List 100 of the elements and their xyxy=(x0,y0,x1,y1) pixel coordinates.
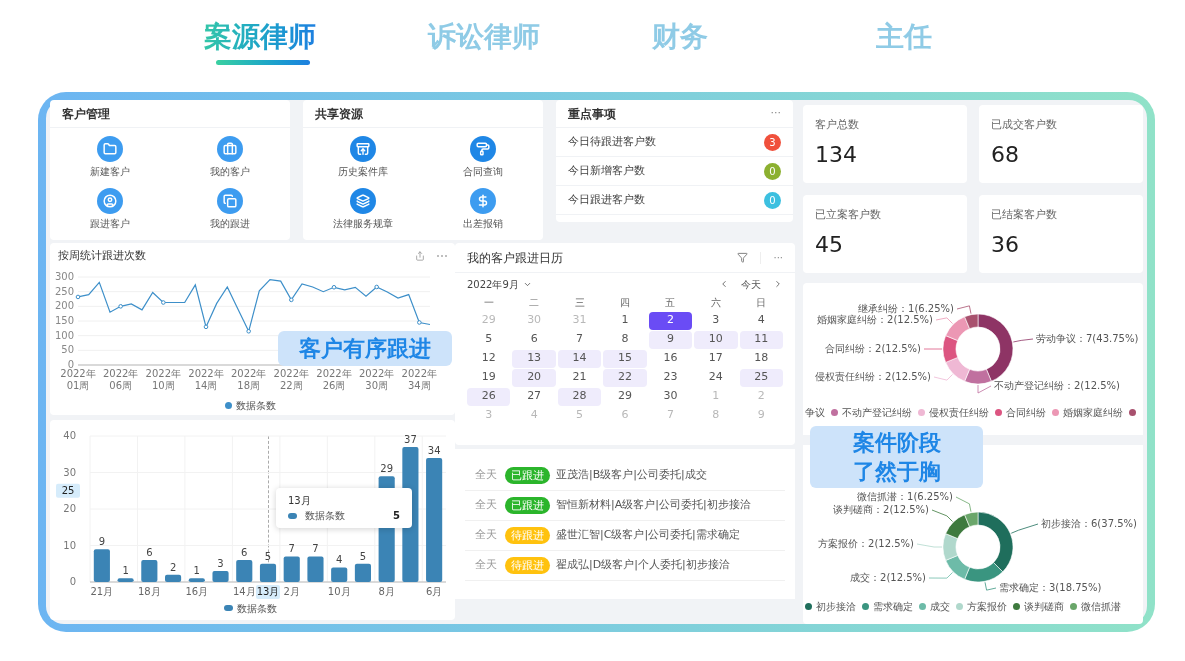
share-icon[interactable] xyxy=(415,251,425,261)
slice-label: 微信抓潜：1(6.25%) xyxy=(857,491,953,502)
bar xyxy=(354,563,371,582)
event-time: 全天 xyxy=(475,527,498,544)
dollar-icon xyxy=(470,188,496,214)
data-label: 1 xyxy=(122,565,129,577)
axis-label: 2022年14周 xyxy=(188,368,224,391)
shortcut-item[interactable]: 我的客户 xyxy=(170,136,290,188)
calendar-day[interactable]: 1 xyxy=(603,311,647,330)
count-badge: 3 xyxy=(764,133,781,151)
axis-label: 40 xyxy=(63,430,76,441)
next-icon[interactable] xyxy=(773,279,783,289)
data-label: 5 xyxy=(264,550,272,562)
slice-label: 谈判磋商：2(12.5%) xyxy=(833,504,929,515)
leader-line xyxy=(955,496,972,513)
calendar-day[interactable]: 16 xyxy=(648,349,693,368)
calendar-day[interactable]: 9 xyxy=(648,330,693,349)
calendar-day[interactable]: 22 xyxy=(603,368,647,387)
legend-label: 不动产登记纠纷 xyxy=(842,405,912,420)
calendar-day[interactable]: 11 xyxy=(739,330,783,349)
shortcut-item[interactable]: 出差报销 xyxy=(423,188,543,240)
event-text: 盛世汇智|C级客户|公司委托|需求确定 xyxy=(556,527,740,544)
axis-label: 2022年18周 xyxy=(230,368,267,391)
calendar-day[interactable]: 26 xyxy=(467,387,511,406)
count-badge: 0 xyxy=(764,191,781,209)
slice-label: 继承纠纷：1(6.25%) xyxy=(858,303,954,314)
calendar-day[interactable]: 12 xyxy=(467,349,511,368)
leader-line xyxy=(923,348,943,350)
more-button[interactable]: ··· xyxy=(770,105,781,122)
calendar-day[interactable]: 14 xyxy=(557,349,602,368)
data-label: 2 xyxy=(169,561,177,573)
shortcut-item[interactable]: 历史案件库 xyxy=(303,136,423,188)
calendar-day[interactable]: 25 xyxy=(739,368,783,387)
calendar-day[interactable]: 15 xyxy=(603,349,647,368)
series-name: 数据条数 xyxy=(305,509,346,523)
calendar-day[interactable]: 17 xyxy=(694,349,738,368)
calendar-day[interactable]: 19 xyxy=(467,368,511,387)
axis-label: 150 xyxy=(54,315,74,326)
month-picker[interactable]: 2022年9月 xyxy=(467,276,532,292)
axis-label: 2022年10周 xyxy=(145,368,182,391)
axis-label: 18月 xyxy=(137,586,161,597)
calendar-day[interactable]: 18 xyxy=(739,349,783,368)
axis-label: 8月 xyxy=(378,586,395,597)
axis-label: 2022年06周 xyxy=(102,368,139,391)
data-label: 7 xyxy=(312,543,319,555)
axis-label: 0 xyxy=(67,359,74,370)
leader-line xyxy=(933,374,953,381)
data-label: 29 xyxy=(380,463,394,475)
previous-icon[interactable] xyxy=(719,279,729,289)
stat-value: 134 xyxy=(815,140,858,169)
calendar-day[interactable]: 29 xyxy=(603,387,647,406)
bar xyxy=(141,560,158,582)
shortcut-item[interactable]: 新建客户 xyxy=(50,136,170,188)
event-text: 智恒新材料|A级客户|公司委托|初步接洽 xyxy=(556,497,751,514)
calendar-day[interactable]: 27 xyxy=(512,387,556,406)
axis-label: 300 xyxy=(54,271,74,282)
more-button[interactable]: ··· xyxy=(773,250,783,265)
shortcut-item[interactable]: 跟进客户 xyxy=(50,188,170,240)
calendar-day[interactable]: 20 xyxy=(512,368,556,387)
slice-label: 侵权责任纠纷：2(12.5%) xyxy=(815,371,931,382)
legend-label: 合同纠纷 xyxy=(1006,405,1046,420)
leader-line xyxy=(977,384,992,394)
calendar-day[interactable]: 7 xyxy=(557,330,602,349)
axis-label: 6月 xyxy=(425,586,443,597)
event-time: 全天 xyxy=(475,467,498,484)
weekday-label: 一 xyxy=(482,296,495,310)
bar xyxy=(117,578,134,582)
shortcut-item[interactable]: 我的跟进 xyxy=(170,188,290,240)
data-label: 3 xyxy=(217,558,224,570)
calendar-day[interactable]: 30 xyxy=(648,387,693,406)
calendar-day[interactable]: 3 xyxy=(694,311,738,330)
axis-label: 2022年01周 xyxy=(60,368,96,391)
calendar-day[interactable]: 28 xyxy=(557,387,602,406)
calendar-day[interactable]: 2 xyxy=(648,311,693,330)
shortcut-item[interactable]: 合同查询 xyxy=(423,136,543,188)
stat-label: 已结案客户数 xyxy=(991,207,1058,223)
leader-line xyxy=(984,581,997,591)
legend-label: 谈判磋商 xyxy=(1024,599,1064,614)
calendar-day[interactable]: 10 xyxy=(694,330,738,349)
shortcut-item[interactable]: 法律服务规章 xyxy=(303,188,423,240)
calendar-day[interactable]: 8 xyxy=(603,330,647,349)
leader-line xyxy=(931,509,953,522)
calendar-day[interactable]: 13 xyxy=(512,349,556,368)
slice-label: 成交：2(12.5%) xyxy=(850,572,926,583)
slice-label: 婚姻家庭纠纷：2(12.5%) xyxy=(817,314,933,325)
calendar-day[interactable]: 4 xyxy=(739,311,783,330)
calendar-day[interactable]: 6 xyxy=(512,330,556,349)
weekday-label: 五 xyxy=(664,296,677,310)
event-text: 翟成弘|D级客户|个人委托|初步接洽 xyxy=(556,557,730,574)
card-title: 共享资源 xyxy=(315,105,363,123)
inbox-icon xyxy=(350,136,376,162)
today-button[interactable]: 今天 xyxy=(741,276,761,292)
filter-icon[interactable] xyxy=(737,252,749,263)
calendar-day[interactable]: 24 xyxy=(694,368,738,387)
callout-text: 案件阶段 xyxy=(852,429,941,457)
calendar-day[interactable]: 21 xyxy=(557,368,602,387)
calendar-day[interactable]: 23 xyxy=(648,368,693,387)
stat-value: 45 xyxy=(815,230,844,259)
tooltip-title: 13月 xyxy=(288,494,312,508)
calendar-day[interactable]: 5 xyxy=(467,330,511,349)
